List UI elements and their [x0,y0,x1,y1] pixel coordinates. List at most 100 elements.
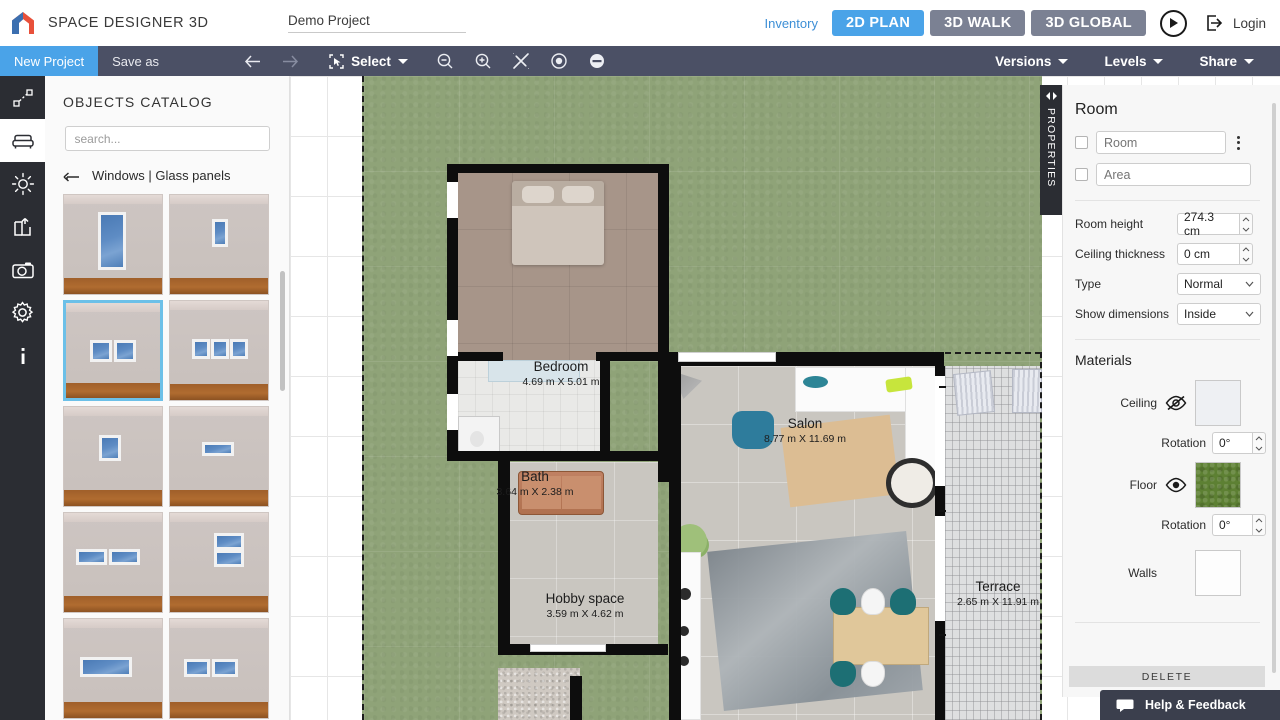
sidebar-item-camera[interactable] [0,248,45,291]
login-button[interactable]: Login [1203,12,1266,34]
catalog-item-small-vertical-window[interactable] [169,194,269,295]
material-walls-swatch[interactable] [1195,550,1241,596]
show-dimensions-select[interactable]: Inside [1177,303,1261,325]
sidebar-item-info[interactable] [0,334,45,377]
fit-screen-icon[interactable] [508,48,534,74]
project-name-input[interactable] [288,13,466,33]
levels-menu[interactable]: Levels [1086,54,1181,69]
room-type-value[interactable]: Normal [1177,273,1261,295]
room-height-increment[interactable] [1240,214,1252,224]
help-feedback-button[interactable]: Help & Feedback [1100,690,1280,720]
catalog-item-wide-panoramic-window[interactable] [63,618,163,719]
furniture-terrace-chair-2[interactable] [1012,369,1042,413]
play-circle-icon[interactable] [1159,9,1187,37]
more-options-icon[interactable] [1234,134,1243,152]
floor-rotation-increment[interactable] [1253,515,1265,525]
inventory-link[interactable]: Inventory [764,16,817,31]
wall-salon-left[interactable] [669,366,681,720]
wall-toilet-left[interactable] [570,676,582,720]
window-opening-salon-right-2[interactable] [935,516,945,621]
ceiling-thickness-increment[interactable] [1240,244,1252,254]
show-dimensions-value[interactable]: Inside [1177,303,1261,325]
catalog-item-twin-horizontal-window[interactable] [63,512,163,613]
window-opening-salon-top[interactable] [678,352,776,362]
room-area-checkbox[interactable] [1075,168,1088,181]
furniture-dining-chair-4[interactable] [830,661,856,687]
zoom-in-icon[interactable] [470,48,496,74]
zoom-out-icon[interactable] [432,48,458,74]
floor-rotation-value[interactable]: 0° [1212,514,1252,536]
catalog-item-double-pane-window[interactable] [63,300,163,401]
versions-menu[interactable]: Versions [977,54,1086,69]
room-height-decrement[interactable] [1240,224,1252,234]
furniture-dining-chair-2[interactable] [861,588,885,615]
floor-rotation-stepper[interactable]: 0° [1212,514,1266,536]
room-name-checkbox[interactable] [1075,136,1088,149]
ceiling-thickness-decrement[interactable] [1240,254,1252,264]
properties-scrollbar[interactable] [1272,103,1276,673]
wall-bedroom-top[interactable] [447,164,667,173]
furniture-round-coffee-table[interactable] [886,458,938,508]
room-height-stepper[interactable]: 274.3 cm [1177,210,1253,238]
furniture-dining-chair-3[interactable] [890,588,916,615]
ceiling-thickness-stepper[interactable]: 0 cm [1177,243,1253,265]
delete-button[interactable]: DELETE [1069,666,1265,687]
eye-on-icon[interactable] [1157,477,1195,493]
room-type-select[interactable]: Normal [1177,273,1261,295]
wall-bath-bottom[interactable] [447,451,669,461]
door-opening-hobby[interactable] [530,644,606,652]
furniture-dining-chair-5[interactable] [861,661,885,687]
target-icon[interactable] [546,48,572,74]
furniture-vanity-counter[interactable] [488,360,580,382]
ceiling-rotation-increment[interactable] [1253,433,1265,443]
catalog-item-wide-short-window[interactable] [169,406,269,507]
wall-bath-divider[interactable] [600,352,610,460]
arrow-left-icon[interactable] [239,48,265,74]
share-menu[interactable]: Share [1181,54,1272,69]
window-opening-bedroom-left-1[interactable] [447,182,458,218]
furniture-jute-rug[interactable] [780,414,900,508]
sidebar-item-export[interactable] [0,205,45,248]
window-opening-bedroom-left-2[interactable] [447,320,458,356]
furniture-blue-chair[interactable] [732,411,774,449]
room-name-input[interactable] [1096,131,1226,154]
catalog-item-split-horizontal-window[interactable] [169,618,269,719]
sidebar-item-lighting[interactable] [0,162,45,205]
room-height-value[interactable]: 274.3 cm [1177,210,1239,238]
material-ceiling-swatch[interactable] [1195,380,1241,426]
house-logo-icon[interactable] [0,0,46,46]
catalog-item-triple-pane-window[interactable] [169,300,269,401]
search-input[interactable] [64,126,270,151]
catalog-item-stacked-double-window[interactable] [169,512,269,613]
sidebar-item-furniture[interactable] [0,119,45,162]
floor-rotation-decrement[interactable] [1253,525,1265,535]
wall-bedroom-right[interactable] [658,164,669,482]
ceiling-rotation-decrement[interactable] [1253,443,1265,453]
sidebar-item-measure[interactable] [0,76,45,119]
furniture-terrace-chair-1[interactable] [952,370,996,416]
catalog-item-small-square-window[interactable] [63,406,163,507]
save-as-button[interactable]: Save as [98,54,173,69]
ceiling-rotation-value[interactable]: 0° [1212,432,1252,454]
catalog-breadcrumb[interactable]: Windows | Glass panels [63,168,289,183]
wall-hobby-left[interactable] [498,459,510,655]
mode-3d-global-button[interactable]: 3D GLOBAL [1031,10,1146,36]
properties-panel-tab[interactable]: PROPERTIES [1040,85,1062,215]
hide-minus-circle-icon[interactable] [584,48,610,74]
catalog-scrollbar[interactable] [280,271,285,391]
sidebar-item-settings[interactable] [0,291,45,334]
room-area-input[interactable] [1096,163,1251,186]
project-name-field[interactable] [288,12,466,33]
select-tool-dropdown[interactable]: Select [329,54,408,69]
material-floor-swatch[interactable] [1195,462,1241,508]
eye-off-icon[interactable] [1157,395,1195,411]
ceiling-thickness-value[interactable]: 0 cm [1177,243,1239,265]
window-opening-salon-right-1[interactable] [935,376,945,486]
mode-3d-walk-button[interactable]: 3D WALK [930,10,1026,36]
mode-2d-plan-button[interactable]: 2D PLAN [831,10,925,36]
room-terrace[interactable] [945,366,1040,720]
new-project-button[interactable]: New Project [0,46,99,76]
furniture-dining-table[interactable] [833,607,929,665]
catalog-item-tall-single-window[interactable] [63,194,163,295]
ceiling-rotation-stepper[interactable]: 0° [1212,432,1266,454]
